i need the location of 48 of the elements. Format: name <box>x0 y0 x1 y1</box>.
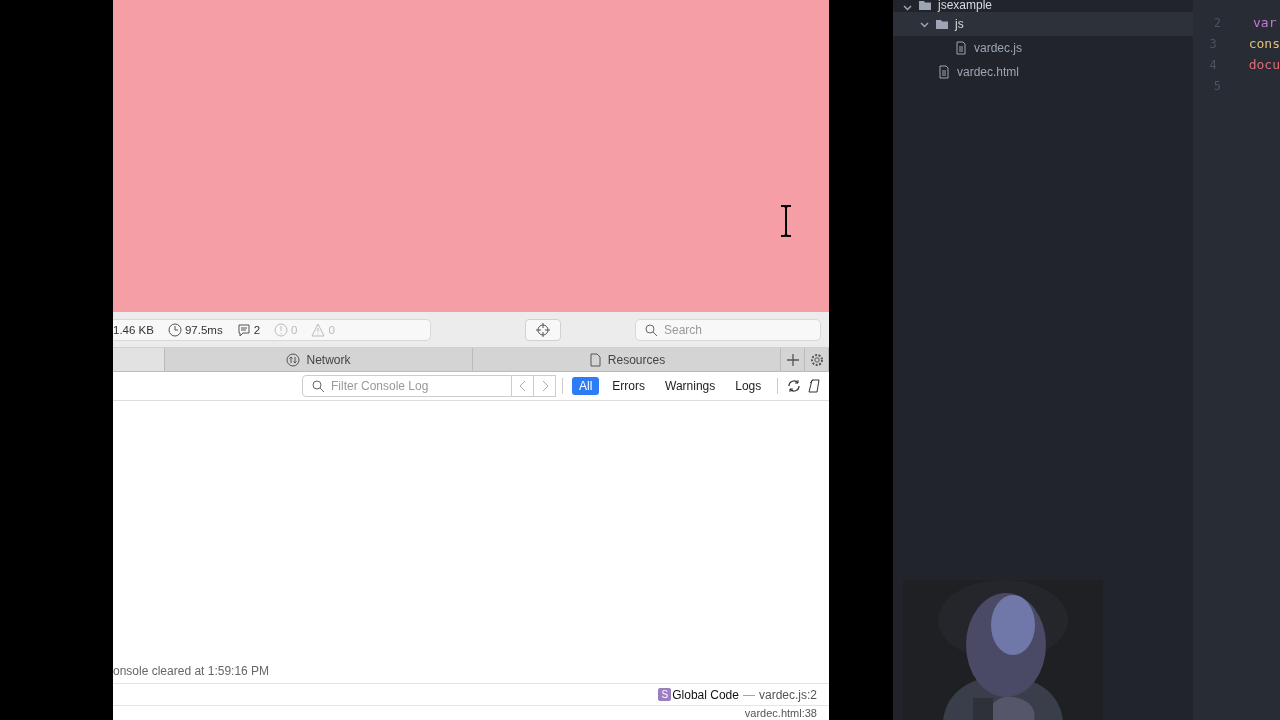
code-text: docu <box>1248 57 1280 72</box>
file-name[interactable]: vardec.js <box>974 41 1023 55</box>
search-icon <box>311 379 325 393</box>
filter-tab[interactable]: Logs <box>728 377 769 395</box>
error-icon <box>274 322 289 337</box>
source-link[interactable]: vardec.js:2 <box>758 687 817 702</box>
console-message: onsole cleared at 1:59:16 PM <box>113 659 829 684</box>
message-icon <box>236 322 251 337</box>
filter-tab[interactable]: Errors <box>605 377 652 395</box>
folder-icon <box>935 17 949 31</box>
filter-field[interactable]: Filter Console Log <box>329 378 511 394</box>
plus-icon <box>785 352 800 367</box>
message-count: 2 <box>253 323 261 336</box>
size-label: 1.46 KB <box>113 323 154 336</box>
time-label: 97.5ms <box>184 323 223 336</box>
file-name[interactable]: vardec.html <box>957 65 1020 79</box>
tree-row[interactable]: vardec.js <box>893 36 1193 60</box>
tree-row[interactable]: jsexample <box>893 0 1193 12</box>
dash: — <box>742 687 755 702</box>
search-icon <box>644 322 658 337</box>
crosshair-icon <box>536 322 550 337</box>
text-cursor-icon <box>779 204 793 238</box>
tree-row[interactable]: vardec.html <box>893 60 1193 84</box>
reload-icon <box>787 379 802 393</box>
clear-icon <box>807 379 822 393</box>
function-name: Global Code <box>672 687 739 702</box>
network-icon <box>286 352 301 367</box>
search-field[interactable]: Search <box>662 321 820 338</box>
folder-name[interactable]: jsexample <box>938 0 993 12</box>
filter-tab[interactable]: All <box>572 377 600 395</box>
search-box[interactable]: Search <box>635 318 821 341</box>
folder-name[interactable]: js <box>955 17 964 31</box>
code-text: var <box>1253 15 1277 30</box>
script-badge: S <box>658 688 672 701</box>
warning-count: 0 <box>328 323 335 336</box>
warning-icon <box>311 322 326 337</box>
file-icon <box>937 65 951 79</box>
file-icon <box>954 41 968 55</box>
inspect-button[interactable] <box>525 318 561 341</box>
document-icon <box>587 352 602 367</box>
filter-tab[interactable]: Warnings <box>658 377 723 395</box>
clock-icon <box>167 322 182 337</box>
code-text: cons <box>1248 36 1280 51</box>
tree-row[interactable]: js <box>893 12 1193 36</box>
source-link[interactable]: vardec.html:38 <box>744 707 817 719</box>
filter-box[interactable]: Filter Console Log <box>302 375 512 397</box>
gear-icon <box>809 352 824 367</box>
error-count: 0 <box>291 323 298 336</box>
